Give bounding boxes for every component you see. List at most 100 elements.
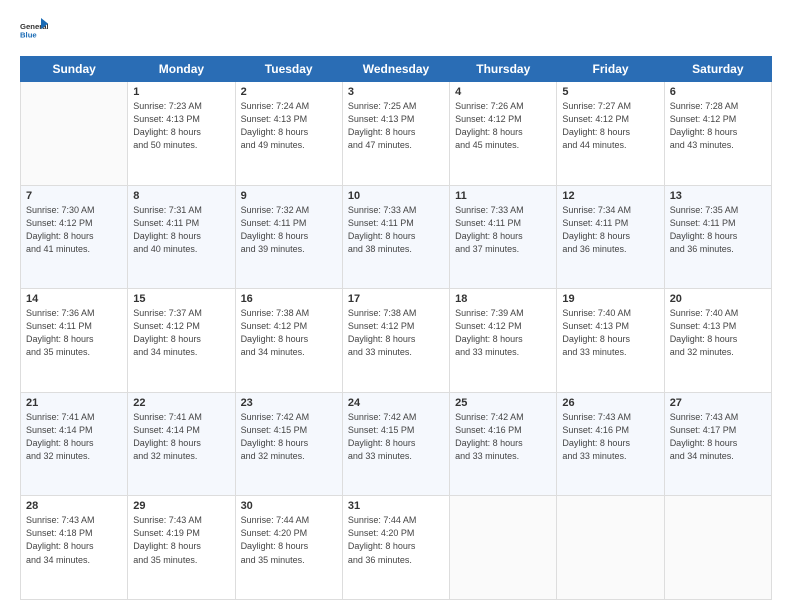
- calendar-cell: 31 Sunrise: 7:44 AMSunset: 4:20 PMDayligh…: [342, 496, 449, 600]
- day-number: 25: [455, 397, 551, 409]
- calendar-cell: [664, 496, 771, 600]
- day-number: 23: [241, 397, 337, 409]
- day-number: 20: [670, 293, 766, 305]
- week-row-2: 7 Sunrise: 7:30 AMSunset: 4:12 PMDaylight…: [21, 185, 772, 289]
- calendar-cell: 10 Sunrise: 7:33 AMSunset: 4:11 PMDayligh…: [342, 185, 449, 289]
- page: GeneralBlue SundayMondayTuesdayWednesday…: [0, 0, 792, 612]
- calendar-cell: 5 Sunrise: 7:27 AMSunset: 4:12 PMDaylight…: [557, 82, 664, 186]
- day-info: Sunrise: 7:33 AMSunset: 4:11 PMDaylight:…: [455, 204, 551, 256]
- day-number: 30: [241, 500, 337, 512]
- day-info: Sunrise: 7:33 AMSunset: 4:11 PMDaylight:…: [348, 204, 444, 256]
- day-number: 4: [455, 86, 551, 98]
- day-info: Sunrise: 7:44 AMSunset: 4:20 PMDaylight:…: [348, 514, 444, 566]
- day-info: Sunrise: 7:37 AMSunset: 4:12 PMDaylight:…: [133, 307, 229, 359]
- day-info: Sunrise: 7:42 AMSunset: 4:16 PMDaylight:…: [455, 411, 551, 463]
- day-info: Sunrise: 7:24 AMSunset: 4:13 PMDaylight:…: [241, 100, 337, 152]
- day-info: Sunrise: 7:43 AMSunset: 4:19 PMDaylight:…: [133, 514, 229, 566]
- calendar-cell: 18 Sunrise: 7:39 AMSunset: 4:12 PMDayligh…: [450, 289, 557, 393]
- day-number: 14: [26, 293, 122, 305]
- day-info: Sunrise: 7:44 AMSunset: 4:20 PMDaylight:…: [241, 514, 337, 566]
- day-info: Sunrise: 7:28 AMSunset: 4:12 PMDaylight:…: [670, 100, 766, 152]
- calendar-cell: 15 Sunrise: 7:37 AMSunset: 4:12 PMDayligh…: [128, 289, 235, 393]
- day-info: Sunrise: 7:30 AMSunset: 4:12 PMDaylight:…: [26, 204, 122, 256]
- calendar-cell: 2 Sunrise: 7:24 AMSunset: 4:13 PMDaylight…: [235, 82, 342, 186]
- week-row-5: 28Sunrise: 7:43 AMSunset: 4:18 PMDayligh…: [21, 496, 772, 600]
- day-number: 9: [241, 190, 337, 202]
- calendar-cell: 24 Sunrise: 7:42 AMSunset: 4:15 PMDayligh…: [342, 392, 449, 496]
- calendar-cell: 4 Sunrise: 7:26 AMSunset: 4:12 PMDaylight…: [450, 82, 557, 186]
- calendar-cell: 11 Sunrise: 7:33 AMSunset: 4:11 PMDayligh…: [450, 185, 557, 289]
- weekday-header-friday: Friday: [557, 57, 664, 82]
- day-info: Sunrise: 7:31 AMSunset: 4:11 PMDaylight:…: [133, 204, 229, 256]
- day-number: 12: [562, 190, 658, 202]
- day-info: Sunrise: 7:26 AMSunset: 4:12 PMDaylight:…: [455, 100, 551, 152]
- day-number: 16: [241, 293, 337, 305]
- calendar-cell: 26Sunrise: 7:43 AMSunset: 4:16 PMDayligh…: [557, 392, 664, 496]
- calendar-cell: 1 Sunrise: 7:23 AMSunset: 4:13 PMDaylight…: [128, 82, 235, 186]
- calendar-cell: 3 Sunrise: 7:25 AMSunset: 4:13 PMDaylight…: [342, 82, 449, 186]
- weekday-header-thursday: Thursday: [450, 57, 557, 82]
- day-info: Sunrise: 7:40 AMSunset: 4:13 PMDaylight:…: [562, 307, 658, 359]
- day-number: 2: [241, 86, 337, 98]
- calendar-cell: 8 Sunrise: 7:31 AMSunset: 4:11 PMDaylight…: [128, 185, 235, 289]
- calendar-cell: [450, 496, 557, 600]
- day-number: 8: [133, 190, 229, 202]
- calendar-cell: 22Sunrise: 7:41 AMSunset: 4:14 PMDayligh…: [128, 392, 235, 496]
- day-info: Sunrise: 7:38 AMSunset: 4:12 PMDaylight:…: [241, 307, 337, 359]
- day-number: 5: [562, 86, 658, 98]
- day-info: Sunrise: 7:42 AMSunset: 4:15 PMDaylight:…: [348, 411, 444, 463]
- day-number: 3: [348, 86, 444, 98]
- day-number: 31: [348, 500, 444, 512]
- day-number: 15: [133, 293, 229, 305]
- day-info: Sunrise: 7:42 AMSunset: 4:15 PMDaylight:…: [241, 411, 337, 463]
- calendar-cell: 29Sunrise: 7:43 AMSunset: 4:19 PMDayligh…: [128, 496, 235, 600]
- calendar-cell: 25 Sunrise: 7:42 AMSunset: 4:16 PMDayligh…: [450, 392, 557, 496]
- day-number: 19: [562, 293, 658, 305]
- week-row-1: 1 Sunrise: 7:23 AMSunset: 4:13 PMDaylight…: [21, 82, 772, 186]
- day-number: 17: [348, 293, 444, 305]
- logo: GeneralBlue: [20, 18, 52, 46]
- day-number: 6: [670, 86, 766, 98]
- calendar-cell: 14Sunrise: 7:36 AMSunset: 4:11 PMDayligh…: [21, 289, 128, 393]
- header: GeneralBlue: [20, 18, 772, 46]
- calendar-cell: 9 Sunrise: 7:32 AMSunset: 4:11 PMDaylight…: [235, 185, 342, 289]
- day-info: Sunrise: 7:40 AMSunset: 4:13 PMDaylight:…: [670, 307, 766, 359]
- day-info: Sunrise: 7:23 AMSunset: 4:13 PMDaylight:…: [133, 100, 229, 152]
- weekday-header-saturday: Saturday: [664, 57, 771, 82]
- day-number: 18: [455, 293, 551, 305]
- logo-icon: GeneralBlue: [20, 18, 48, 46]
- calendar-cell: [21, 82, 128, 186]
- day-info: Sunrise: 7:25 AMSunset: 4:13 PMDaylight:…: [348, 100, 444, 152]
- day-number: 24: [348, 397, 444, 409]
- day-info: Sunrise: 7:38 AMSunset: 4:12 PMDaylight:…: [348, 307, 444, 359]
- calendar-cell: 6 Sunrise: 7:28 AMSunset: 4:12 PMDaylight…: [664, 82, 771, 186]
- day-info: Sunrise: 7:32 AMSunset: 4:11 PMDaylight:…: [241, 204, 337, 256]
- day-info: Sunrise: 7:34 AMSunset: 4:11 PMDaylight:…: [562, 204, 658, 256]
- day-info: Sunrise: 7:39 AMSunset: 4:12 PMDaylight:…: [455, 307, 551, 359]
- day-info: Sunrise: 7:41 AMSunset: 4:14 PMDaylight:…: [26, 411, 122, 463]
- calendar-cell: 28Sunrise: 7:43 AMSunset: 4:18 PMDayligh…: [21, 496, 128, 600]
- day-number: 21: [26, 397, 122, 409]
- day-number: 10: [348, 190, 444, 202]
- day-number: 28: [26, 500, 122, 512]
- calendar-cell: 17 Sunrise: 7:38 AMSunset: 4:12 PMDayligh…: [342, 289, 449, 393]
- day-number: 22: [133, 397, 229, 409]
- day-info: Sunrise: 7:35 AMSunset: 4:11 PMDaylight:…: [670, 204, 766, 256]
- calendar-cell: 19 Sunrise: 7:40 AMSunset: 4:13 PMDayligh…: [557, 289, 664, 393]
- weekday-header-row: SundayMondayTuesdayWednesdayThursdayFrid…: [21, 57, 772, 82]
- calendar-cell: 20 Sunrise: 7:40 AMSunset: 4:13 PMDayligh…: [664, 289, 771, 393]
- day-info: Sunrise: 7:43 AMSunset: 4:16 PMDaylight:…: [562, 411, 658, 463]
- day-number: 7: [26, 190, 122, 202]
- week-row-3: 14Sunrise: 7:36 AMSunset: 4:11 PMDayligh…: [21, 289, 772, 393]
- calendar-cell: 13 Sunrise: 7:35 AMSunset: 4:11 PMDayligh…: [664, 185, 771, 289]
- day-number: 11: [455, 190, 551, 202]
- day-info: Sunrise: 7:27 AMSunset: 4:12 PMDaylight:…: [562, 100, 658, 152]
- day-number: 1: [133, 86, 229, 98]
- calendar-cell: 16 Sunrise: 7:38 AMSunset: 4:12 PMDayligh…: [235, 289, 342, 393]
- day-number: 13: [670, 190, 766, 202]
- calendar-cell: 12 Sunrise: 7:34 AMSunset: 4:11 PMDayligh…: [557, 185, 664, 289]
- calendar-cell: 23 Sunrise: 7:42 AMSunset: 4:15 PMDayligh…: [235, 392, 342, 496]
- calendar-cell: 7 Sunrise: 7:30 AMSunset: 4:12 PMDaylight…: [21, 185, 128, 289]
- calendar-cell: 30 Sunrise: 7:44 AMSunset: 4:20 PMDayligh…: [235, 496, 342, 600]
- svg-text:Blue: Blue: [20, 31, 37, 40]
